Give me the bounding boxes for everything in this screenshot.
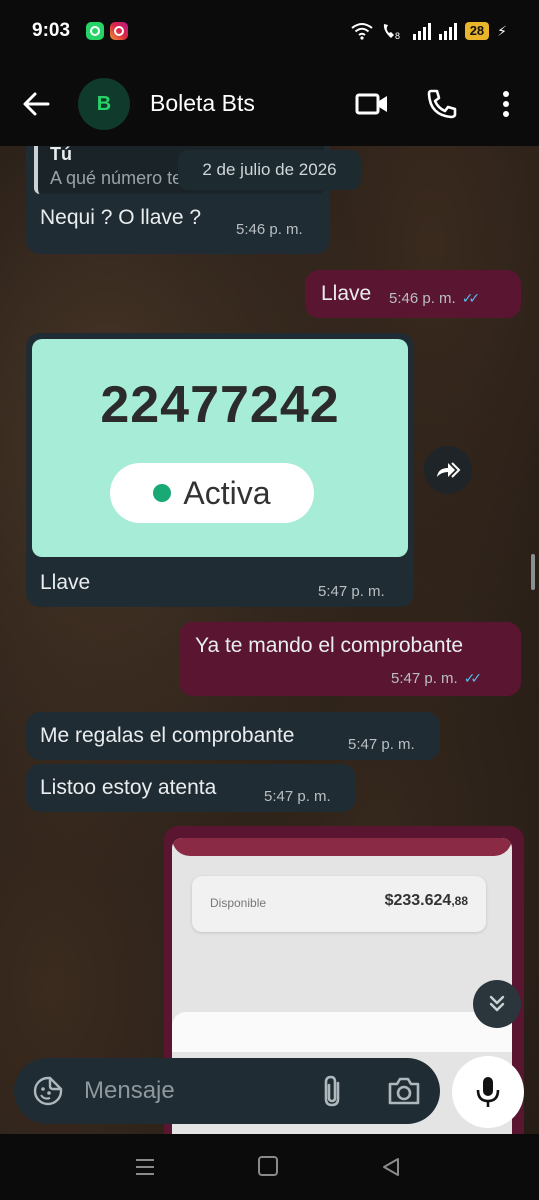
svg-text:8: 8 <box>395 31 400 41</box>
message-time: 5:47 p. m. <box>348 736 415 753</box>
status-dot-icon <box>153 484 172 502</box>
volte-call-icon: 8 <box>383 24 400 41</box>
phone-icon[interactable] <box>424 86 460 122</box>
charging-icon: ⚡ <box>497 22 507 39</box>
message-text: Llave <box>321 282 372 305</box>
message-meta: 5:47 p. m. ✓✓ <box>391 670 483 687</box>
screenshot-bottom-panel <box>172 1012 512 1052</box>
double-chevron-down-icon <box>489 995 505 1012</box>
avatar[interactable]: B <box>78 78 130 130</box>
image-number: 22477242 <box>100 376 340 434</box>
message-bubble-outgoing[interactable]: Ya te mando el comprobante 5:47 p. m. ✓✓ <box>179 622 521 696</box>
message-text: Listoo estoy atenta <box>40 776 217 799</box>
image-caption: Llave <box>40 571 91 594</box>
battery-icon: 28 <box>464 22 490 40</box>
home-icon[interactable] <box>258 1156 278 1176</box>
double-check-icon: ✓✓ <box>461 290 481 306</box>
message-meta: 5:46 p. m. ✓✓ <box>389 290 481 307</box>
microphone-icon <box>476 1077 500 1107</box>
contact-name[interactable]: Boleta Bts <box>150 90 255 117</box>
forward-button[interactable] <box>424 446 472 494</box>
message-time: 5:46 p. m. <box>389 290 456 307</box>
wifi-icon <box>351 23 373 40</box>
system-nav-bar <box>0 1134 539 1200</box>
forward-icon <box>437 462 461 478</box>
video-call-icon[interactable] <box>354 86 390 122</box>
date-chip: 2 de julio de 2026 <box>178 150 361 190</box>
double-check-icon: ✓✓ <box>463 670 483 686</box>
back-triangle-icon[interactable] <box>380 1156 402 1178</box>
shared-image[interactable]: 22477242 Activa <box>32 339 408 557</box>
message-text: Ya te mando el comprobante <box>195 634 464 657</box>
balance-integer: $233.624 <box>384 892 452 909</box>
signal-icon <box>412 22 431 40</box>
whatsapp-icon <box>86 22 104 40</box>
message-time: 5:47 p. m. <box>391 670 458 687</box>
chat-area[interactable]: Tú A qué número te consigno? Nequi ? O l… <box>0 146 539 1134</box>
message-time: 5:47 p. m. <box>264 788 331 805</box>
message-text: Me regalas el comprobante <box>40 724 295 747</box>
message-composer <box>14 1058 440 1124</box>
message-time: 5:47 p. m. <box>318 583 385 600</box>
message-input[interactable] <box>84 1074 304 1108</box>
scroll-to-bottom-button[interactable] <box>473 980 521 1028</box>
voice-record-button[interactable] <box>452 1056 524 1128</box>
message-bubble-image[interactable]: 22477242 Activa Llave 5:47 p. m. <box>26 333 414 607</box>
paperclip-icon[interactable] <box>316 1073 350 1109</box>
more-vert-icon[interactable] <box>488 86 524 122</box>
balance-label: Disponible <box>210 896 267 910</box>
camera-icon[interactable] <box>386 1074 422 1108</box>
recents-icon[interactable] <box>134 1158 156 1176</box>
message-time: 5:46 p. m. <box>236 221 303 238</box>
status-bar: 9:03 8 28 ⚡ <box>0 0 539 62</box>
instagram-icon <box>110 22 128 40</box>
back-arrow-icon[interactable] <box>20 88 52 120</box>
quoted-author: Tú <box>50 146 72 164</box>
balance-cents: ,88 <box>451 894 468 908</box>
message-bubble-outgoing[interactable]: Llave 5:46 p. m. ✓✓ <box>305 270 521 318</box>
message-bubble-incoming[interactable]: Listoo estoy atenta 5:47 p. m. <box>26 764 356 812</box>
balance-amount: $233.624,88 <box>385 892 468 910</box>
screenshot-header <box>172 838 512 856</box>
balance-card: Disponible $233.624,88 <box>192 876 486 932</box>
chat-header: B Boleta Bts <box>0 62 539 146</box>
message-bubble-incoming[interactable]: Me regalas el comprobante 5:47 p. m. <box>26 712 440 760</box>
sticker-icon[interactable] <box>32 1075 64 1107</box>
scrollbar-thumb[interactable] <box>531 554 535 590</box>
status-indicators: 8 28 ⚡ <box>351 20 507 42</box>
status-time: 9:03 <box>32 20 71 41</box>
status-pill: Activa <box>110 463 314 523</box>
signal-icon <box>438 22 457 40</box>
status-label: Activa <box>183 474 271 511</box>
message-text: Nequi ? O llave ? <box>40 206 202 229</box>
